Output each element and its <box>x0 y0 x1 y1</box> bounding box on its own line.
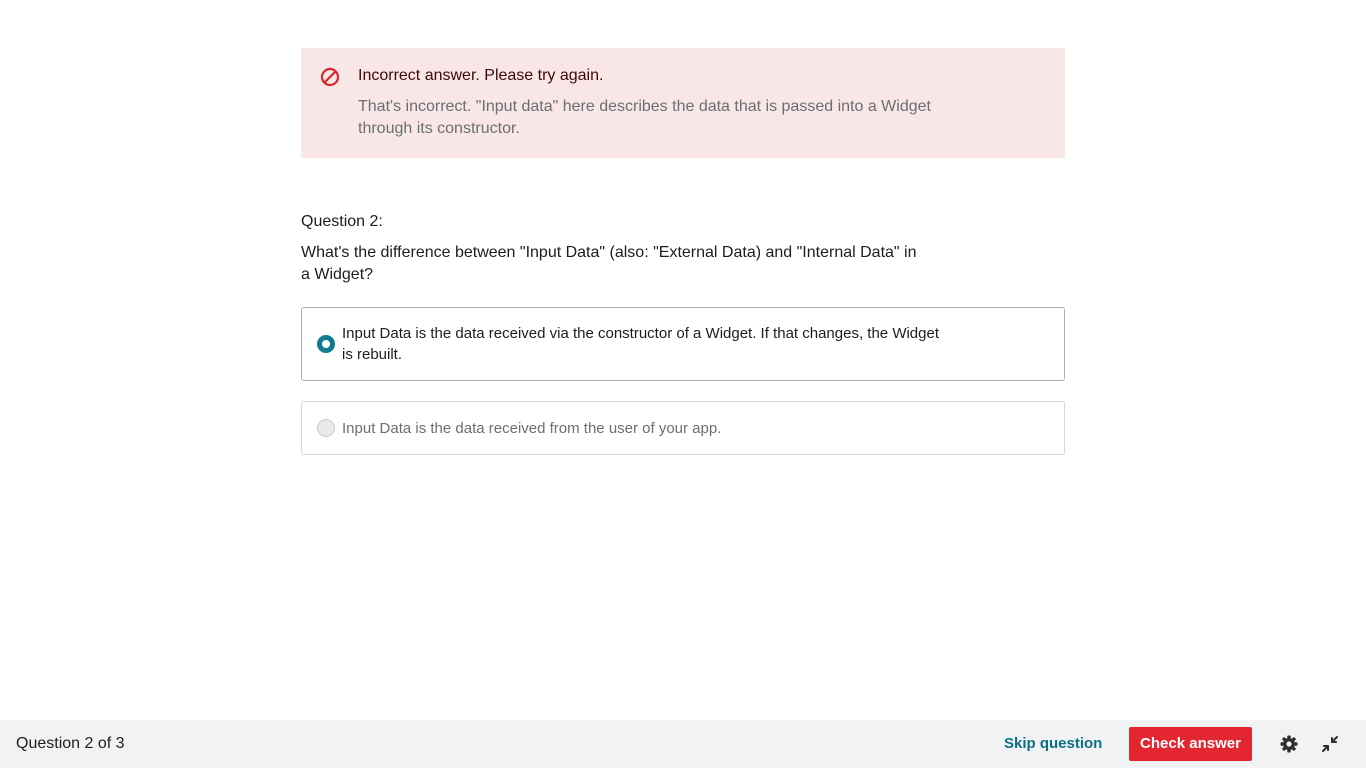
incorrect-answer-alert: Incorrect answer. Please try again. That… <box>301 48 1065 158</box>
answer-option-1[interactable]: Input Data is the data received via the … <box>301 307 1065 381</box>
question-number: Question 2: <box>301 213 383 230</box>
radio-unselected-icon[interactable] <box>317 419 335 437</box>
answer-option-label: Input Data is the data received from the… <box>342 420 722 437</box>
skip-question-link[interactable]: Skip question <box>1004 735 1102 753</box>
quiz-page: Incorrect answer. Please try again. That… <box>0 0 1366 768</box>
quiz-content: Incorrect answer. Please try again. That… <box>301 48 1065 455</box>
quiz-footer: Question 2 of 3 Skip question Check answ… <box>0 720 1366 768</box>
check-answer-button[interactable]: Check answer <box>1129 727 1252 761</box>
alert-explanation: That's incorrect. "Input data" here desc… <box>358 98 931 137</box>
alert-title: Incorrect answer. Please try again. <box>358 67 604 84</box>
answer-option-2[interactable]: Input Data is the data received from the… <box>301 401 1065 455</box>
radio-selected-icon[interactable] <box>317 335 335 353</box>
gear-icon[interactable] <box>1279 734 1299 754</box>
answer-option-label: Input Data is the data received via the … <box>342 325 939 363</box>
question-progress: Question 2 of 3 <box>16 735 125 752</box>
question-prompt: What's the difference between "Input Dat… <box>301 244 917 283</box>
collapse-icon[interactable] <box>1320 734 1340 754</box>
prohibited-icon <box>320 67 340 87</box>
